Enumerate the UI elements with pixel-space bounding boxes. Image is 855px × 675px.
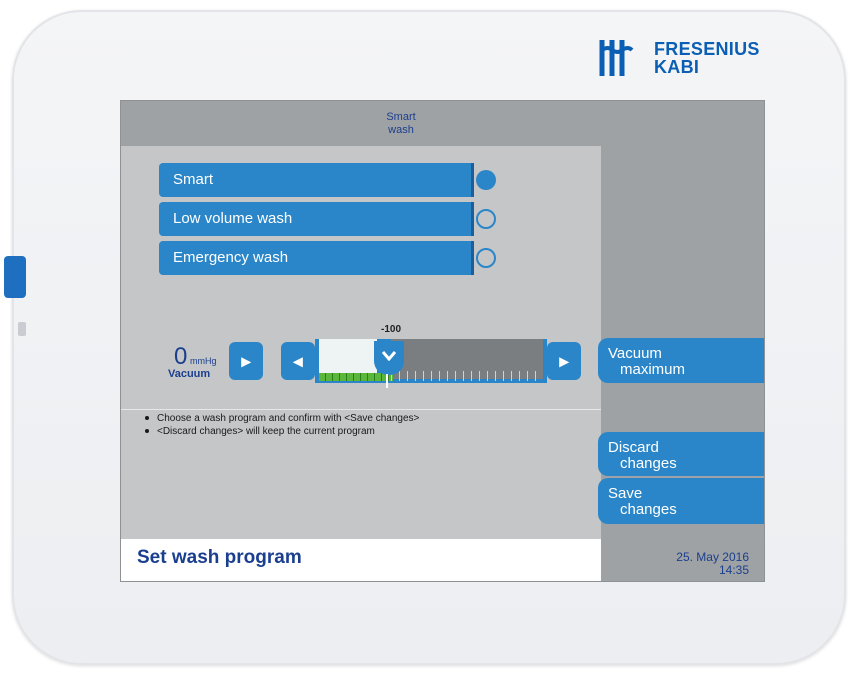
bullet-icon	[145, 416, 149, 421]
save-changes-button[interactable]: Save changes	[598, 478, 764, 524]
footer-bar: Set wash program	[121, 539, 601, 581]
title-line-1: Smart	[386, 111, 416, 123]
hint-item: Choose a wash program and confirm with <…	[145, 413, 419, 425]
hint-text: Choose a wash program and confirm with <…	[157, 413, 420, 424]
slider-ticks	[391, 371, 543, 381]
slider-handle[interactable]	[374, 341, 404, 375]
vacuum-unit: mmHg	[190, 356, 217, 366]
arrow-left-icon: ◂	[293, 351, 303, 371]
device-screen: Smart wash Smart Low volume wash Emergen…	[120, 100, 765, 582]
bullet-icon	[145, 429, 149, 434]
discard-line-1: Discard	[608, 439, 659, 456]
brand-line-2: KABI	[654, 57, 700, 77]
side-port	[18, 322, 26, 336]
brand-name: FRESENIUS KABI	[654, 40, 760, 76]
slider-scale-label: -100	[380, 324, 401, 335]
program-low-volume-radio[interactable]	[476, 209, 496, 229]
side-knob[interactable]	[4, 256, 26, 298]
program-low-volume-button[interactable]: Low volume wash	[159, 202, 474, 236]
program-smart-radio[interactable]	[476, 170, 496, 190]
save-line-1: Save	[608, 485, 643, 502]
vacuum-increase-button[interactable]: ▸	[229, 342, 263, 380]
vacuum-maximum-button[interactable]: Vacuum maximum	[598, 338, 764, 383]
program-emergency-button[interactable]: Emergency wash	[159, 241, 474, 275]
vacuum-readout: 0 mmHg Vacuum	[156, 344, 228, 384]
chevron-down-icon	[381, 351, 397, 362]
vacuum-value: 0	[174, 343, 188, 370]
time-text: 14:35	[718, 563, 749, 577]
page-title: Set wash program	[137, 547, 302, 568]
screen-title: Smart wash	[366, 111, 436, 137]
title-bar: Smart wash	[121, 101, 764, 146]
fresenius-logo-icon	[599, 40, 634, 76]
discard-changes-button[interactable]: Discard changes	[598, 432, 764, 476]
hint-item: <Discard changes> will keep the current …	[145, 426, 375, 438]
arrow-right-icon: ▸	[559, 351, 569, 371]
vacuum-level-bar	[319, 373, 393, 381]
hint-text: <Discard changes> will keep the current …	[157, 426, 375, 437]
content-area: Smart Low volume wash Emergency wash 0 m…	[121, 146, 601, 546]
brand-line-1: FRESENIUS	[654, 39, 760, 59]
slider-right-button[interactable]: ▸	[547, 342, 581, 380]
title-line-2: wash	[388, 124, 414, 136]
datetime: 25. May 2016 14:35	[613, 551, 749, 577]
discard-line-2: changes	[620, 455, 677, 472]
vacuum-maximum-line-2: maximum	[620, 361, 686, 378]
arrow-right-icon: ▸	[241, 351, 251, 371]
slider-marker	[386, 374, 388, 388]
save-line-2: changes	[620, 501, 677, 518]
program-smart-button[interactable]: Smart	[159, 163, 474, 197]
slider-left-button[interactable]: ◂	[281, 342, 315, 380]
divider	[121, 409, 601, 410]
vacuum-maximum-line-1: Vacuum	[608, 345, 662, 362]
program-emergency-radio[interactable]	[476, 248, 496, 268]
brand-logo: FRESENIUS KABI	[598, 33, 760, 83]
vacuum-label: Vacuum	[168, 368, 211, 380]
